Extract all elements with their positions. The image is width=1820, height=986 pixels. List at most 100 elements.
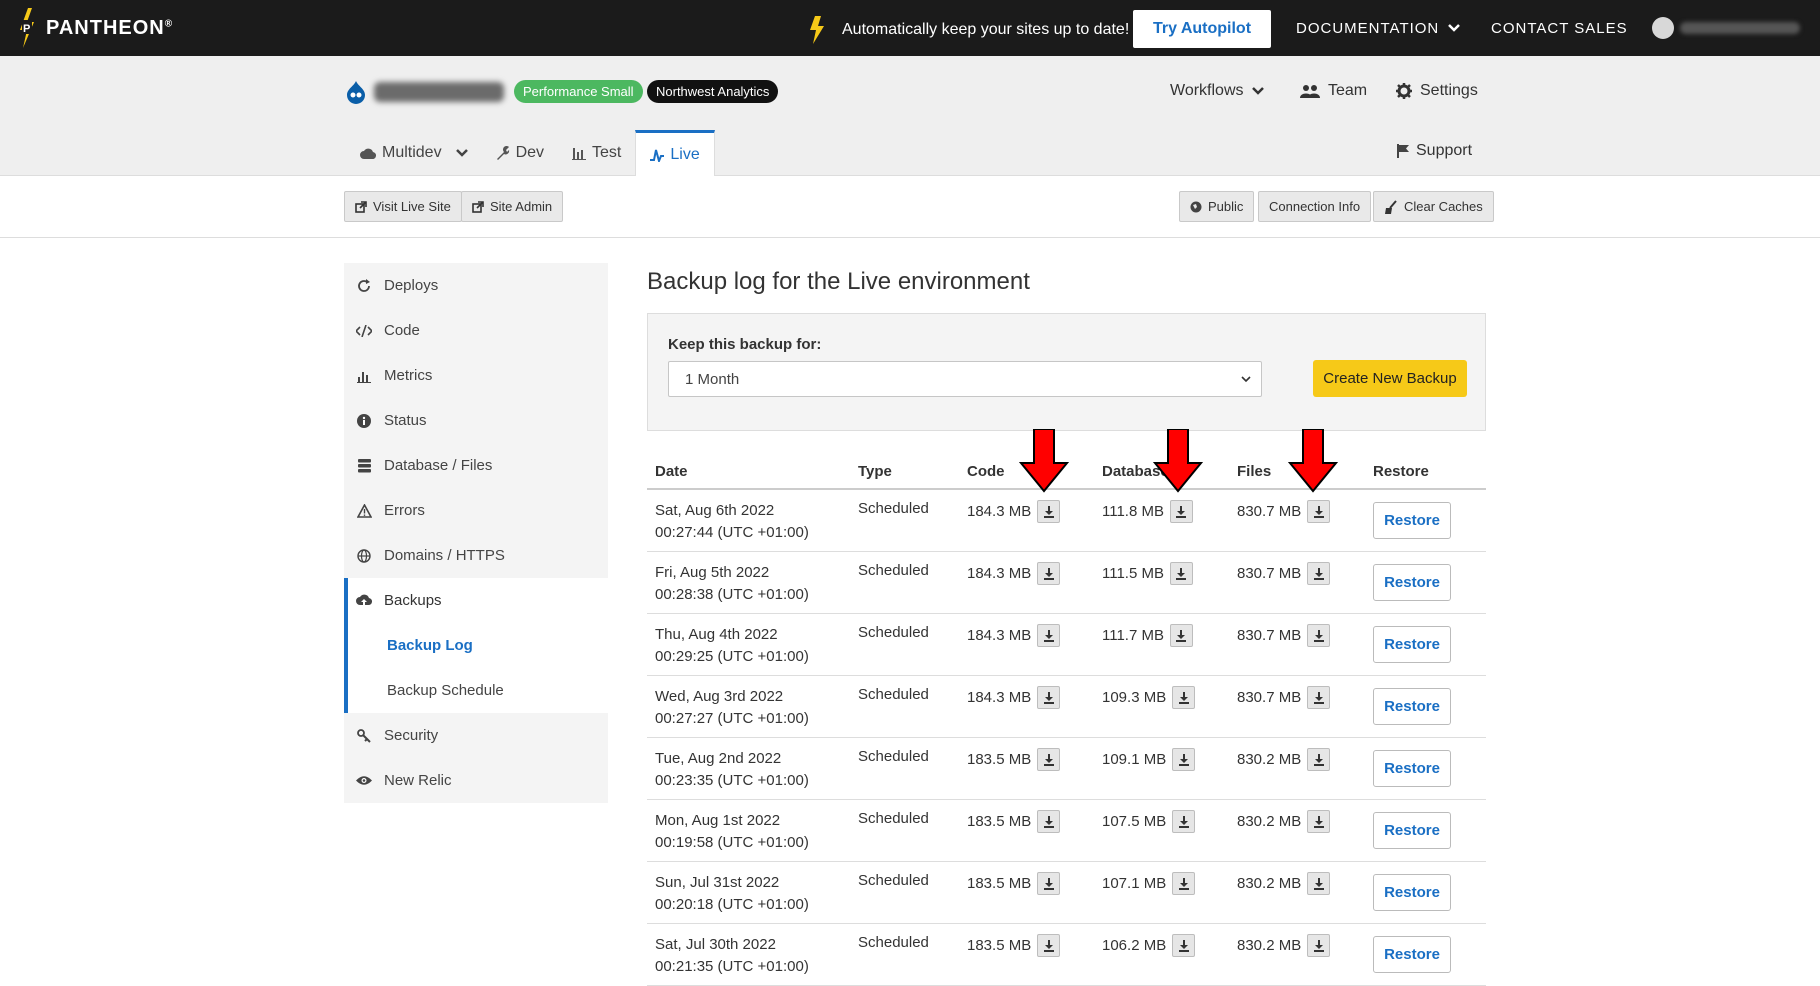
code-size-cell: 184.3 MB — [967, 686, 1061, 709]
pantheon-logo[interactable]: P PANTHEON® — [16, 8, 173, 48]
keep-backup-select[interactable]: 1 Month — [668, 361, 1262, 397]
backup-date: Tue, Aug 2nd 2022 — [655, 750, 782, 767]
sidebar-item-backups[interactable]: Backups — [344, 578, 608, 623]
try-autopilot-button[interactable]: Try Autopilot — [1133, 10, 1271, 48]
download-code-icon[interactable] — [1037, 934, 1061, 957]
backup-time: 00:28:38 (UTC +01:00) — [655, 586, 809, 603]
contact-sales-link[interactable]: CONTACT SALES — [1491, 0, 1628, 56]
code-size: 183.5 MB — [967, 937, 1032, 954]
clear-caches-button[interactable]: Clear Caches — [1373, 191, 1494, 222]
tab-live[interactable]: Live — [635, 130, 715, 177]
documentation-menu[interactable]: DOCUMENTATION — [1296, 0, 1461, 56]
download-code-icon[interactable] — [1037, 872, 1061, 895]
download-database-icon[interactable] — [1172, 810, 1196, 833]
code-size: 184.3 MB — [967, 503, 1032, 520]
site-admin-button[interactable]: Site Admin — [461, 191, 564, 222]
tab-multidev[interactable]: Multidev — [346, 130, 482, 176]
sidebar-item-label: Domains / HTTPS — [384, 547, 505, 564]
sidebar-item-new-relic[interactable]: New Relic — [344, 758, 608, 803]
download-database-icon[interactable] — [1172, 934, 1196, 957]
sidebar-item-security[interactable]: Security — [344, 713, 608, 758]
download-code-icon[interactable] — [1037, 500, 1061, 523]
database-size-cell: 111.7 MB — [1102, 624, 1193, 647]
download-files-icon[interactable] — [1307, 810, 1331, 833]
team-link[interactable]: Team — [1300, 82, 1367, 100]
sidebar-item-backup-schedule[interactable]: Backup Schedule — [344, 668, 608, 713]
download-code-icon[interactable] — [1037, 562, 1061, 585]
download-code-icon[interactable] — [1037, 686, 1061, 709]
download-files-icon[interactable] — [1307, 686, 1331, 709]
cloud-upload-icon — [356, 594, 372, 607]
workflows-menu[interactable]: Workflows — [1170, 82, 1264, 100]
code-size: 183.5 MB — [967, 875, 1032, 892]
download-database-icon[interactable] — [1172, 872, 1196, 895]
backup-type: Scheduled — [858, 500, 929, 517]
download-files-icon[interactable] — [1307, 624, 1331, 647]
download-database-icon[interactable] — [1169, 500, 1193, 523]
backup-date-cell: Wed, Aug 3rd 2022 00:27:27 (UTC +01:00) — [655, 686, 845, 730]
connection-info-button[interactable]: Connection Info — [1258, 191, 1372, 222]
restore-button[interactable]: Restore — [1373, 502, 1451, 539]
sidebar-item-label: Security — [384, 727, 439, 744]
sidebar-item-code[interactable]: Code — [344, 308, 608, 353]
restore-button[interactable]: Restore — [1373, 874, 1451, 911]
download-files-icon[interactable] — [1307, 934, 1331, 957]
sidebar-item-status[interactable]: Status — [344, 398, 608, 443]
download-files-icon[interactable] — [1307, 748, 1331, 771]
create-new-backup-button[interactable]: Create New Backup — [1313, 360, 1467, 397]
chevron-down-icon — [1448, 24, 1461, 32]
sidebar-item-metrics[interactable]: Metrics — [344, 353, 608, 398]
files-size-cell: 830.7 MB — [1237, 562, 1331, 585]
globe-icon — [356, 548, 372, 563]
backup-date: Mon, Aug 1st 2022 — [655, 812, 781, 829]
restore-button[interactable]: Restore — [1373, 564, 1451, 601]
download-files-icon[interactable] — [1307, 872, 1331, 895]
download-code-icon[interactable] — [1037, 810, 1061, 833]
sidebar-item-errors[interactable]: Errors — [344, 488, 608, 533]
bar-chart-icon — [356, 369, 372, 383]
tab-dev[interactable]: Dev — [482, 130, 558, 176]
user-menu[interactable] — [1652, 17, 1800, 39]
database-size-cell: 111.8 MB — [1102, 500, 1193, 523]
visit-live-site-button[interactable]: Visit Live Site — [344, 191, 462, 222]
files-size-cell: 830.7 MB — [1237, 500, 1331, 523]
download-database-icon[interactable] — [1169, 562, 1193, 585]
sidebar-item-backup-log[interactable]: Backup Log — [344, 623, 608, 668]
tab-test[interactable]: Test — [558, 130, 635, 176]
support-link[interactable]: Support — [1396, 142, 1472, 160]
restore-button[interactable]: Restore — [1373, 812, 1451, 849]
download-files-icon[interactable] — [1307, 500, 1331, 523]
promo-text: Automatically keep your sites up to date… — [842, 21, 1130, 38]
public-button[interactable]: Public — [1179, 191, 1255, 222]
documentation-label: DOCUMENTATION — [1296, 19, 1440, 37]
download-database-icon[interactable] — [1169, 624, 1193, 647]
external-link-icon — [472, 200, 484, 213]
backup-date-cell: Sun, Jul 31st 2022 00:20:18 (UTC +01:00) — [655, 872, 845, 916]
download-database-icon[interactable] — [1172, 686, 1196, 709]
sidebar-item-deploys[interactable]: Deploys — [344, 263, 608, 308]
files-size: 830.2 MB — [1237, 751, 1302, 768]
restore-button[interactable]: Restore — [1373, 626, 1451, 663]
user-name-redacted — [1680, 22, 1800, 34]
restore-button[interactable]: Restore — [1373, 936, 1451, 973]
backup-date: Wed, Aug 3rd 2022 — [655, 688, 784, 705]
restore-button[interactable]: Restore — [1373, 750, 1451, 787]
download-code-icon[interactable] — [1037, 748, 1061, 771]
download-database-icon[interactable] — [1172, 748, 1196, 771]
sidebar-item-domains-https[interactable]: Domains / HTTPS — [344, 533, 608, 578]
annotation-arrow-files — [1288, 429, 1338, 493]
database-size: 111.5 MB — [1102, 565, 1164, 582]
sidebar-item-database-files[interactable]: Database / Files — [344, 443, 608, 488]
restore-button[interactable]: Restore — [1373, 688, 1451, 725]
download-code-icon[interactable] — [1037, 624, 1061, 647]
organization-badge: Northwest Analytics — [647, 80, 779, 103]
code-size-cell: 184.3 MB — [967, 500, 1061, 523]
site-admin-label: Site Admin — [490, 199, 553, 214]
external-link-icon — [355, 200, 367, 213]
backup-time: 00:27:27 (UTC +01:00) — [655, 710, 809, 727]
settings-link[interactable]: Settings — [1396, 82, 1478, 100]
files-size: 830.7 MB — [1237, 565, 1302, 582]
backup-date-cell: Sat, Aug 6th 2022 00:27:44 (UTC +01:00) — [655, 500, 845, 544]
backup-date: Thu, Aug 4th 2022 — [655, 626, 778, 643]
download-files-icon[interactable] — [1307, 562, 1331, 585]
